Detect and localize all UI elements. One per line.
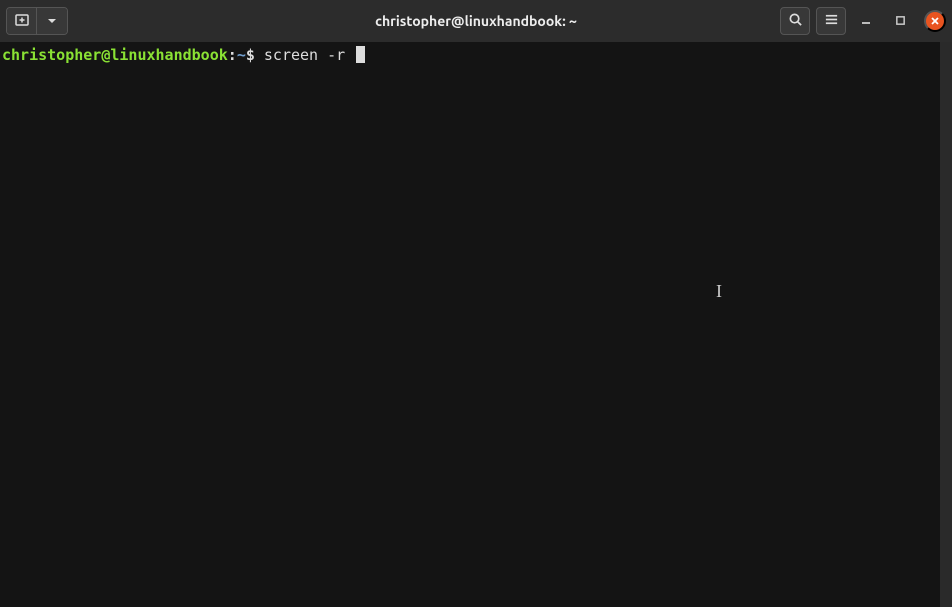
menu-button[interactable] [816, 7, 846, 35]
tab-button-group [6, 7, 68, 35]
command-text: screen -r [255, 46, 354, 66]
hamburger-menu-icon [824, 12, 839, 30]
new-tab-button[interactable] [7, 8, 37, 34]
close-icon [930, 14, 940, 29]
terminal-cursor [356, 46, 365, 63]
search-icon [788, 12, 803, 30]
titlebar-right-controls [780, 7, 946, 35]
mouse-ibeam-cursor: I [716, 280, 722, 303]
prompt-separator: : [228, 46, 237, 66]
search-button[interactable] [780, 7, 810, 35]
close-button[interactable] [924, 10, 946, 32]
minimize-button[interactable] [852, 7, 880, 35]
titlebar: christopher@linuxhandbook: ~ [0, 0, 952, 42]
prompt-path: ~ [237, 46, 246, 66]
prompt-user-host: christopher@linuxhandbook [2, 46, 228, 66]
maximize-icon [895, 14, 906, 29]
window-title: christopher@linuxhandbook: ~ [375, 13, 577, 29]
chevron-down-icon [47, 14, 57, 29]
scrollbar[interactable] [940, 42, 952, 607]
new-tab-icon [14, 12, 30, 31]
maximize-button[interactable] [886, 7, 914, 35]
titlebar-left-controls [6, 7, 68, 35]
minimize-icon [860, 14, 872, 29]
prompt-symbol: $ [246, 46, 255, 66]
prompt-line: christopher@linuxhandbook:~$ screen -r [2, 46, 950, 66]
tab-dropdown-button[interactable] [37, 8, 67, 34]
terminal-area[interactable]: christopher@linuxhandbook:~$ screen -r I [0, 42, 952, 607]
